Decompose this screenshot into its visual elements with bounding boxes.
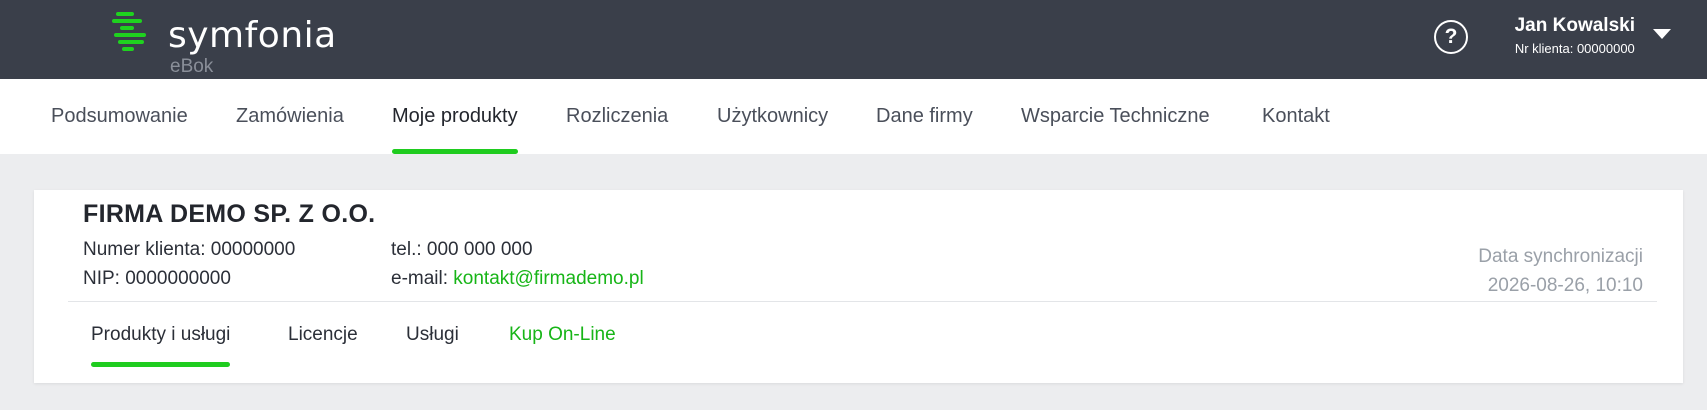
sync-label: Data synchronizacji xyxy=(1478,246,1643,267)
company-card: FIRMA DEMO SP. Z O.O. Numer klienta: 000… xyxy=(34,190,1683,383)
sync-date: 2026-08-26, 10:10 xyxy=(1487,275,1643,296)
user-client-number: Nr klienta: 00000000 xyxy=(1514,41,1635,56)
phone: tel.: 000 000 000 xyxy=(391,239,533,260)
caret-down-icon[interactable] xyxy=(1653,29,1671,39)
client-number: Numer klienta: 00000000 xyxy=(83,239,296,260)
nav-item-podsumowanie[interactable]: Podsumowanie xyxy=(51,79,188,154)
top-bar: symfonia eBok ? Jan Kowalski Nr klienta:… xyxy=(0,0,1707,79)
user-name: Jan Kowalski xyxy=(1514,15,1635,36)
user-menu[interactable]: Jan Kowalski Nr klienta: 00000000 xyxy=(1515,14,1635,58)
divider xyxy=(68,301,1657,302)
tab-licencje[interactable]: Licencje xyxy=(288,315,358,371)
tab-produkty-i-uslugi[interactable]: Produkty i usługi xyxy=(91,315,231,371)
nip: NIP: 0000000000 xyxy=(83,268,231,289)
company-name: FIRMA DEMO SP. Z O.O. xyxy=(83,200,376,228)
tab-uslugi[interactable]: Usługi xyxy=(406,315,459,371)
tab-kup-on-line[interactable]: Kup On-Line xyxy=(509,315,616,371)
nav-item-rozliczenia[interactable]: Rozliczenia xyxy=(566,79,668,154)
main-nav: Podsumowanie Zamówienia Moje produkty Ro… xyxy=(0,79,1707,154)
nav-item-uzytkownicy[interactable]: Użytkownicy xyxy=(717,79,828,154)
sync-info: Data synchronizacji 2026-08-26, 10:10 xyxy=(1478,242,1643,300)
logo-subtitle: eBok xyxy=(170,56,214,77)
symfonia-logo-icon xyxy=(112,12,146,51)
nav-item-wsparcie-techniczne[interactable]: Wsparcie Techniczne xyxy=(1021,79,1210,154)
logo-text: symfonia xyxy=(168,15,337,56)
nav-item-kontakt[interactable]: Kontakt xyxy=(1262,79,1330,154)
email-link[interactable]: kontakt@firmademo.pl xyxy=(453,268,643,289)
nav-item-zamowienia[interactable]: Zamówienia xyxy=(236,79,344,154)
question-circle-icon[interactable]: ? xyxy=(1434,20,1468,54)
nav-item-moje-produkty[interactable]: Moje produkty xyxy=(392,79,518,154)
symfonia-logo[interactable]: symfonia eBok xyxy=(112,10,362,78)
nav-item-dane-firmy[interactable]: Dane firmy xyxy=(876,79,973,154)
email-label: e-mail: xyxy=(391,268,449,289)
email-row: e-mail: kontakt@firmademo.pl xyxy=(391,268,644,290)
